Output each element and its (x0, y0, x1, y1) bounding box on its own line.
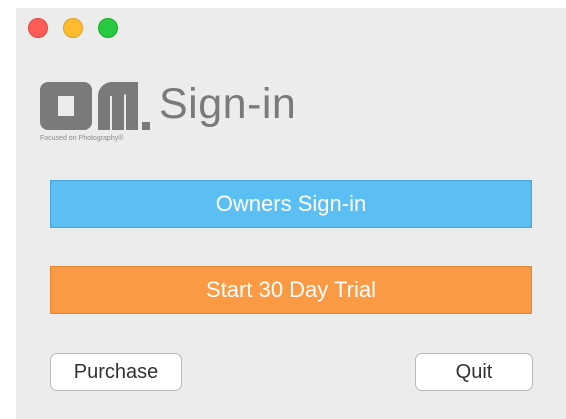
owners-signin-button[interactable]: Owners Sign-in (50, 180, 532, 228)
on1-logo-icon (40, 82, 150, 130)
signin-window: Focused on Photography® Sign-in Owners S… (16, 8, 566, 419)
brand-logo: Focused on Photography® (40, 82, 150, 148)
close-window-button[interactable] (28, 18, 48, 38)
page-title: Sign-in (159, 80, 297, 128)
quit-button[interactable]: Quit (415, 353, 533, 391)
purchase-button[interactable]: Purchase (50, 353, 182, 391)
brand-tagline: Focused on Photography® (40, 135, 124, 142)
minimize-window-button[interactable] (63, 18, 83, 38)
zoom-window-button[interactable] (98, 18, 118, 38)
start-trial-button[interactable]: Start 30 Day Trial (50, 266, 532, 314)
title-bar (16, 8, 566, 46)
